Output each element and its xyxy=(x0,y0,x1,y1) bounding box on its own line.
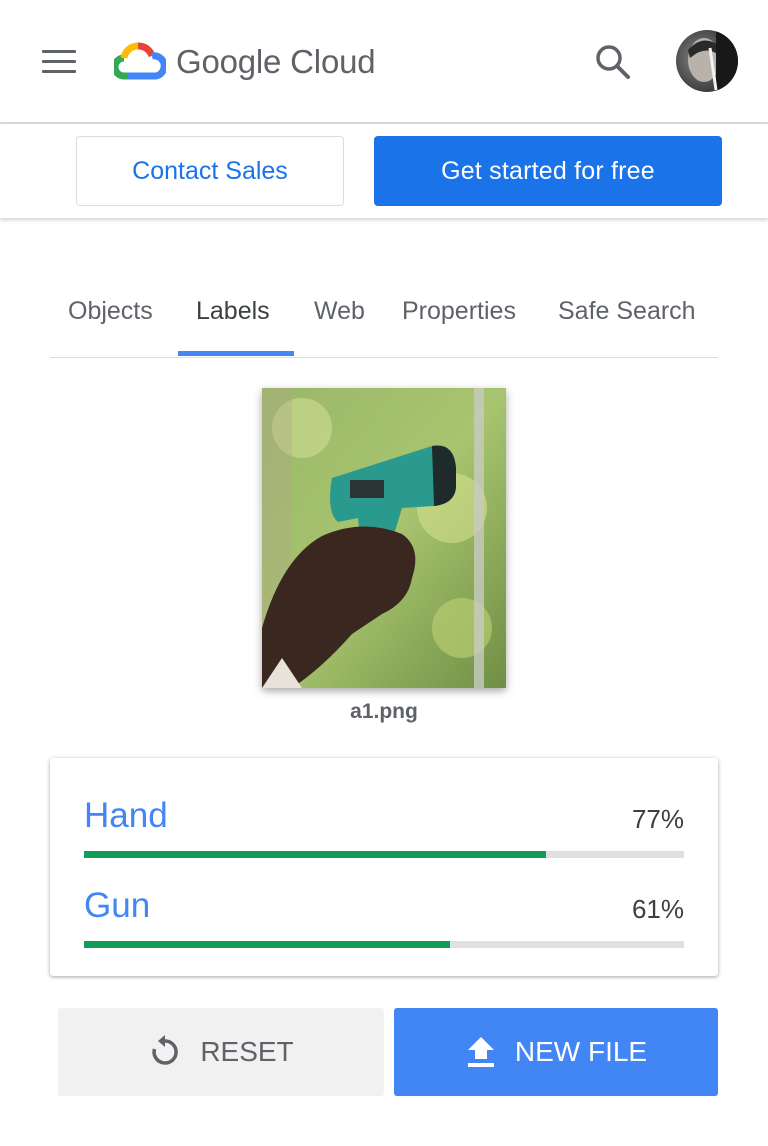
confidence-bar-fill xyxy=(84,851,546,858)
label-confidence: 77% xyxy=(631,804,684,834)
get-started-button[interactable]: Get started for free xyxy=(374,136,722,206)
search-icon[interactable] xyxy=(592,42,636,82)
label-confidence: 61% xyxy=(631,894,684,924)
label-result-row: Hand 77% xyxy=(84,796,684,866)
tab-properties[interactable]: Properties xyxy=(402,288,516,358)
reset-label: RESET xyxy=(200,1036,294,1067)
confidence-bar-fill xyxy=(84,941,450,948)
new-file-button[interactable]: NEW FILE xyxy=(394,1008,718,1096)
top-app-bar: Google Cloud xyxy=(0,0,768,124)
tab-labels[interactable]: Labels xyxy=(196,288,270,358)
label-name: Hand xyxy=(84,796,168,835)
label-name: Gun xyxy=(84,886,151,925)
confidence-bar xyxy=(84,851,684,858)
tab-safe-search[interactable]: Safe Search xyxy=(558,288,696,358)
contact-sales-button[interactable]: Contact Sales xyxy=(76,136,344,206)
new-file-label: NEW FILE xyxy=(514,1036,648,1067)
reset-button[interactable]: RESET xyxy=(58,1008,384,1096)
tab-objects[interactable]: Objects xyxy=(68,288,153,358)
google-cloud-logo-mark xyxy=(114,42,166,80)
user-avatar[interactable] xyxy=(676,30,738,92)
reset-icon xyxy=(148,1035,182,1069)
labels-results-card: Hand 77% Gun 61% xyxy=(50,758,718,976)
hamburger-menu-icon[interactable] xyxy=(40,50,80,76)
image-filename: a1.png xyxy=(350,700,418,723)
cta-bar: Contact Sales Get started for free xyxy=(0,124,768,218)
uploaded-image-preview xyxy=(262,388,506,688)
label-result-row: Gun 61% xyxy=(84,886,684,956)
confidence-bar xyxy=(84,941,684,948)
brand-name: Google Cloud xyxy=(176,43,376,80)
result-tabs: Objects Labels Web Properties Safe Searc… xyxy=(50,288,718,358)
google-cloud-logo[interactable]: Google Cloud xyxy=(114,40,376,84)
tab-web[interactable]: Web xyxy=(314,288,365,358)
page: Google Cloud Contact Sales Get started f… xyxy=(0,0,768,1146)
active-tab-indicator xyxy=(178,351,294,356)
upload-icon xyxy=(465,1035,497,1069)
